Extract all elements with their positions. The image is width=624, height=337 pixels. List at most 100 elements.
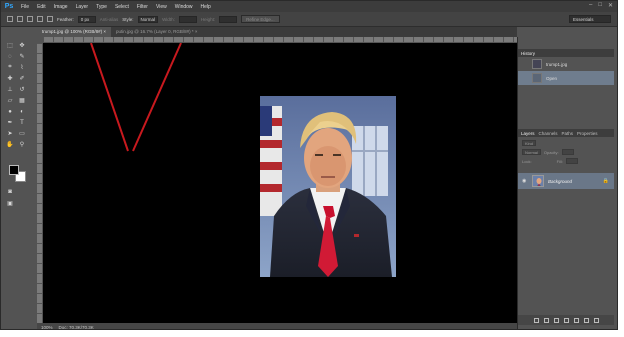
- crop-tool-icon[interactable]: ⌗: [5, 63, 15, 72]
- layer-name: Background: [548, 178, 573, 184]
- tab-properties[interactable]: Properties: [577, 131, 598, 136]
- lock-label: Lock:: [522, 158, 532, 164]
- tab-channels[interactable]: Channels: [539, 131, 558, 136]
- zoom-level[interactable]: 100%: [41, 325, 53, 330]
- feather-label: Feather:: [57, 16, 74, 22]
- menu-type[interactable]: Type: [92, 4, 111, 10]
- maximize-button[interactable]: □: [598, 2, 602, 9]
- doc-size: Doc: 70.3K/70.3K: [58, 324, 94, 330]
- gradient-tool-icon[interactable]: ▦: [17, 96, 27, 105]
- status-bar: 100% Doc: 70.3K/70.3K: [37, 323, 517, 330]
- tab-paths[interactable]: Paths: [562, 131, 574, 136]
- tab-history[interactable]: History: [521, 51, 535, 56]
- history-panel: trump1.jpg Open: [518, 57, 614, 121]
- layer-controls: Kind Normal Opacity: Lock: Fill:: [518, 137, 614, 167]
- opacity-label: Opacity:: [543, 149, 559, 155]
- menu-view[interactable]: View: [152, 4, 171, 10]
- history-item-label: Open: [546, 75, 558, 81]
- tab-layers[interactable]: Layers: [521, 131, 535, 136]
- shape-tool-icon[interactable]: ▭: [17, 129, 27, 138]
- brush-tool-icon[interactable]: ✐: [17, 74, 27, 83]
- intersect-selection-icon[interactable]: [47, 16, 53, 22]
- kind-filter-select[interactable]: Kind: [522, 140, 537, 146]
- pen-tool-icon[interactable]: ✒: [5, 118, 15, 127]
- menu-help[interactable]: Help: [197, 4, 215, 10]
- new-layer-icon[interactable]: [583, 317, 589, 323]
- snapshot-thumbnail: [532, 59, 542, 69]
- menu-bar: Ps File Edit Image Layer Type Select Fil…: [1, 1, 617, 12]
- history-brush-tool-icon[interactable]: ↺: [17, 85, 27, 94]
- menu-window[interactable]: Window: [171, 4, 197, 10]
- menu-edit[interactable]: Edit: [33, 4, 50, 10]
- healing-brush-tool-icon[interactable]: ✚: [5, 74, 15, 83]
- dodge-tool-icon[interactable]: ◐: [17, 107, 27, 116]
- height-input[interactable]: [219, 15, 238, 23]
- right-panels: History trump1.jpg Open Layers Channels …: [517, 37, 614, 329]
- foreground-color-swatch[interactable]: [9, 165, 19, 175]
- style-label: Style:: [122, 16, 134, 22]
- layer-row-background[interactable]: ◉ Background 🔒: [518, 173, 614, 189]
- annotation-arrows: [90, 43, 182, 152]
- refine-edge-button[interactable]: Refine Edge...: [241, 15, 280, 23]
- quick-select-tool-icon[interactable]: ✎: [17, 52, 27, 61]
- tools-panel: ⬚ ✥ ◌ ✎ ⌗ ⌇ ✚ ✐ ⊥ ↺ ▱ ▦ ● ◐ ✒ T ➤ ▭ ✋ ⚲ …: [3, 39, 31, 213]
- subtract-selection-icon[interactable]: [37, 16, 43, 22]
- layer-style-icon[interactable]: [543, 317, 549, 323]
- history-item-open[interactable]: Open: [518, 71, 614, 85]
- type-tool-icon[interactable]: T: [17, 118, 27, 127]
- adjustment-layer-icon[interactable]: [563, 317, 569, 323]
- snapshot-name: trump1.jpg: [546, 61, 568, 67]
- path-selection-tool-icon[interactable]: ➤: [5, 129, 15, 138]
- link-layers-icon[interactable]: [533, 317, 539, 323]
- new-group-icon[interactable]: [573, 317, 579, 323]
- delete-layer-icon[interactable]: [593, 317, 599, 323]
- menu-file[interactable]: File: [17, 4, 33, 10]
- add-to-selection-icon[interactable]: [27, 16, 33, 22]
- feather-input[interactable]: 0 px: [77, 15, 96, 23]
- window-controls: – □ ✕: [589, 2, 613, 9]
- blur-tool-icon[interactable]: ●: [5, 107, 15, 116]
- width-input[interactable]: [178, 15, 197, 23]
- quick-mask-icon[interactable]: ◙: [5, 187, 15, 196]
- eraser-tool-icon[interactable]: ▱: [5, 96, 15, 105]
- clone-stamp-tool-icon[interactable]: ⊥: [5, 85, 15, 94]
- document-tabs: trump1.jpg @ 100% (RGB/8#) × putin.jpg @…: [37, 27, 517, 37]
- anti-alias-checkbox[interactable]: Anti-alias: [100, 17, 119, 22]
- marquee-tool-preset-icon[interactable]: [7, 16, 13, 22]
- new-selection-icon[interactable]: [17, 16, 23, 22]
- height-label: Height:: [200, 16, 216, 22]
- fill-label: Fill:: [556, 158, 563, 164]
- menu-filter[interactable]: Filter: [133, 4, 152, 10]
- blend-mode-select[interactable]: Normal: [522, 149, 541, 155]
- lock-icon: 🔒: [602, 178, 609, 184]
- marquee-tool-icon[interactable]: ⬚: [5, 41, 15, 50]
- history-panel-header: History: [518, 49, 614, 57]
- lasso-tool-icon[interactable]: ◌: [5, 52, 15, 61]
- app-logo: Ps: [4, 3, 14, 10]
- photoshop-window: Ps File Edit Image Layer Type Select Fil…: [0, 0, 618, 330]
- opacity-input[interactable]: [561, 149, 574, 155]
- eyedropper-tool-icon[interactable]: ⌇: [17, 63, 27, 72]
- width-label: Width:: [162, 16, 175, 22]
- history-snapshot[interactable]: trump1.jpg: [518, 57, 614, 71]
- layers-panel: Layers Channels Paths Properties Kind No…: [518, 129, 614, 325]
- document-canvas[interactable]: [43, 43, 517, 323]
- menu-image[interactable]: Image: [50, 4, 72, 10]
- menu-select[interactable]: Select: [111, 4, 133, 10]
- layer-thumbnail: [532, 175, 544, 187]
- minimize-button[interactable]: –: [589, 2, 592, 9]
- menu-layer[interactable]: Layer: [72, 4, 93, 10]
- tab-trump1[interactable]: trump1.jpg @ 100% (RGB/8#) ×: [37, 27, 111, 37]
- open-icon: [532, 73, 542, 83]
- tab-putin[interactable]: putin.jpg @ 16.7% (Layer 0, RGB/8#) * ×: [111, 27, 203, 37]
- fill-input[interactable]: [565, 158, 578, 164]
- zoom-tool-icon[interactable]: ⚲: [17, 140, 27, 149]
- workspace-select[interactable]: Essentials: [569, 15, 611, 23]
- move-tool-icon[interactable]: ✥: [17, 41, 27, 50]
- style-select[interactable]: Normal: [137, 15, 159, 23]
- eye-visibility-icon[interactable]: ◉: [522, 178, 528, 184]
- close-button[interactable]: ✕: [608, 2, 613, 9]
- layer-mask-icon[interactable]: [553, 317, 559, 323]
- hand-tool-icon[interactable]: ✋: [5, 140, 15, 149]
- screen-mode-icon[interactable]: ▣: [5, 199, 15, 208]
